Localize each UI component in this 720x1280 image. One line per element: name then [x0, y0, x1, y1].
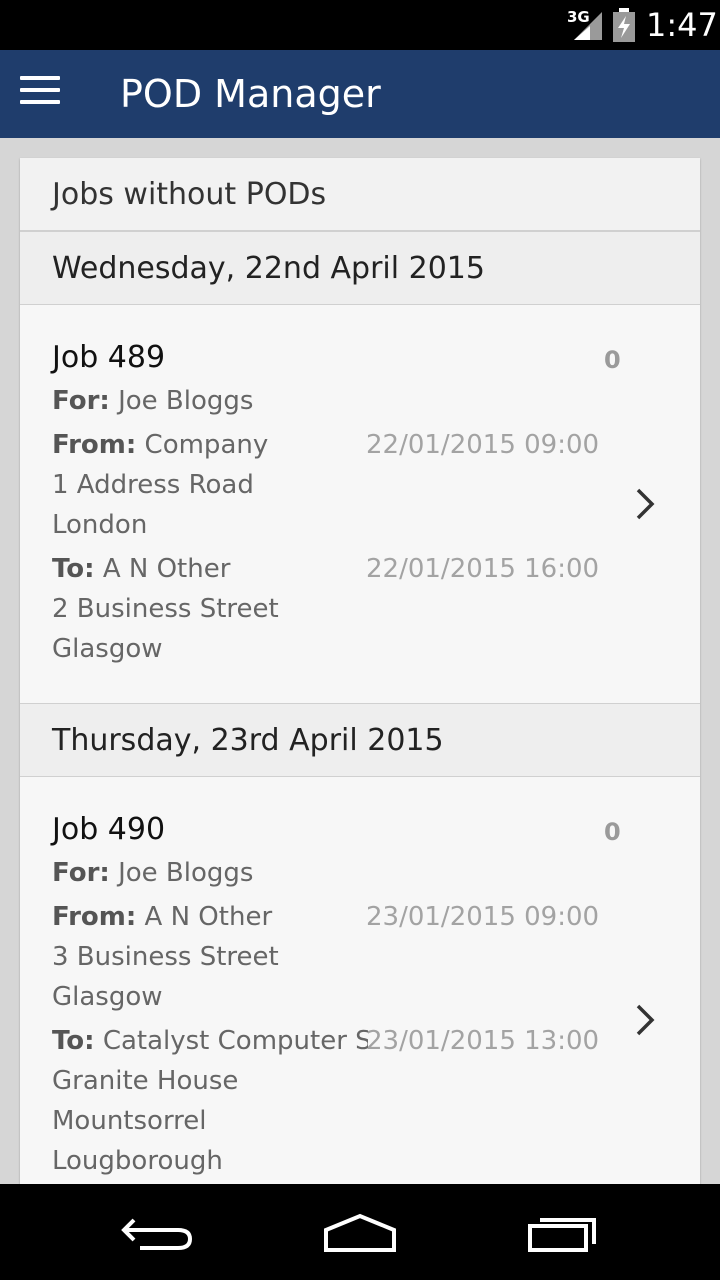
from-address-line: 3 Business Street: [52, 942, 279, 972]
for-value: Joe Bloggs: [118, 858, 254, 888]
job-for: For: Joe Bloggs: [52, 858, 253, 888]
from-label: From:: [52, 902, 137, 932]
to-address-line: Lougborough: [52, 1146, 223, 1176]
pod-count: 0: [604, 818, 621, 846]
recent-apps-icon[interactable]: [524, 1208, 604, 1256]
for-label: For:: [52, 386, 110, 416]
to-label: To:: [52, 554, 95, 584]
job-to: To: A N Other: [52, 554, 230, 584]
from-address-line: London: [52, 510, 148, 540]
from-value: Company: [144, 430, 269, 460]
to-address-line: Granite House: [52, 1066, 239, 1096]
to-value: A N Other: [102, 554, 231, 584]
card-header: Jobs without PODs: [20, 158, 700, 231]
job-title: Job 490: [52, 812, 166, 847]
from-time: 22/01/2015 09:00: [366, 430, 600, 460]
chevron-right-icon[interactable]: [630, 1000, 660, 1040]
to-label: To:: [52, 1026, 95, 1056]
content-area[interactable]: Jobs without PODs Wednesday, 22nd April …: [0, 138, 720, 1184]
job-list-item[interactable]: Job 489 0 For: Joe Bloggs From: Company …: [20, 306, 700, 702]
for-label: For:: [52, 858, 110, 888]
chevron-right-icon[interactable]: [630, 484, 660, 524]
job-to: To: Catalyst Computer S..: [52, 1026, 368, 1056]
status-bar: 3G 1:47: [0, 0, 720, 50]
from-address-line: 1 Address Road: [52, 470, 254, 500]
to-value: Catalyst Computer S..: [102, 1026, 368, 1056]
date-label: Wednesday, 22nd April 2015: [52, 251, 485, 286]
app-bar: POD Manager: [0, 50, 720, 138]
to-time: 22/01/2015 16:00: [366, 554, 600, 584]
clock: 1:47: [646, 6, 718, 44]
card-title: Jobs without PODs: [52, 177, 327, 212]
job-title: Job 489: [52, 340, 166, 375]
navigation-bar: [0, 1184, 720, 1280]
back-icon[interactable]: [120, 1208, 200, 1256]
to-address-line: Glasgow: [52, 634, 163, 664]
to-time: 23/01/2015 13:00: [366, 1026, 600, 1056]
signal-strength-icon: [574, 12, 602, 40]
date-label: Thursday, 23rd April 2015: [52, 723, 444, 758]
from-address-line: Glasgow: [52, 982, 163, 1012]
battery-icon: [613, 8, 635, 42]
app-title: POD Manager: [120, 72, 381, 116]
jobs-card: Jobs without PODs Wednesday, 22nd April …: [20, 158, 700, 1184]
for-value: Joe Bloggs: [118, 386, 254, 416]
from-value: A N Other: [144, 902, 273, 932]
from-time: 23/01/2015 09:00: [366, 902, 600, 932]
job-list-item[interactable]: Job 490 0 For: Joe Bloggs From: A N Othe…: [20, 778, 700, 1184]
date-header: Wednesday, 22nd April 2015: [20, 231, 700, 305]
job-for: For: Joe Bloggs: [52, 386, 253, 416]
from-label: From:: [52, 430, 137, 460]
job-from: From: Company: [52, 430, 268, 460]
date-header: Thursday, 23rd April 2015: [20, 703, 700, 777]
pod-count: 0: [604, 346, 621, 374]
to-address-line: 2 Business Street: [52, 594, 279, 624]
hamburger-menu-icon[interactable]: [20, 76, 60, 108]
to-address-line: Mountsorrel: [52, 1106, 207, 1136]
home-icon[interactable]: [320, 1208, 400, 1256]
job-from: From: A N Other: [52, 902, 272, 932]
